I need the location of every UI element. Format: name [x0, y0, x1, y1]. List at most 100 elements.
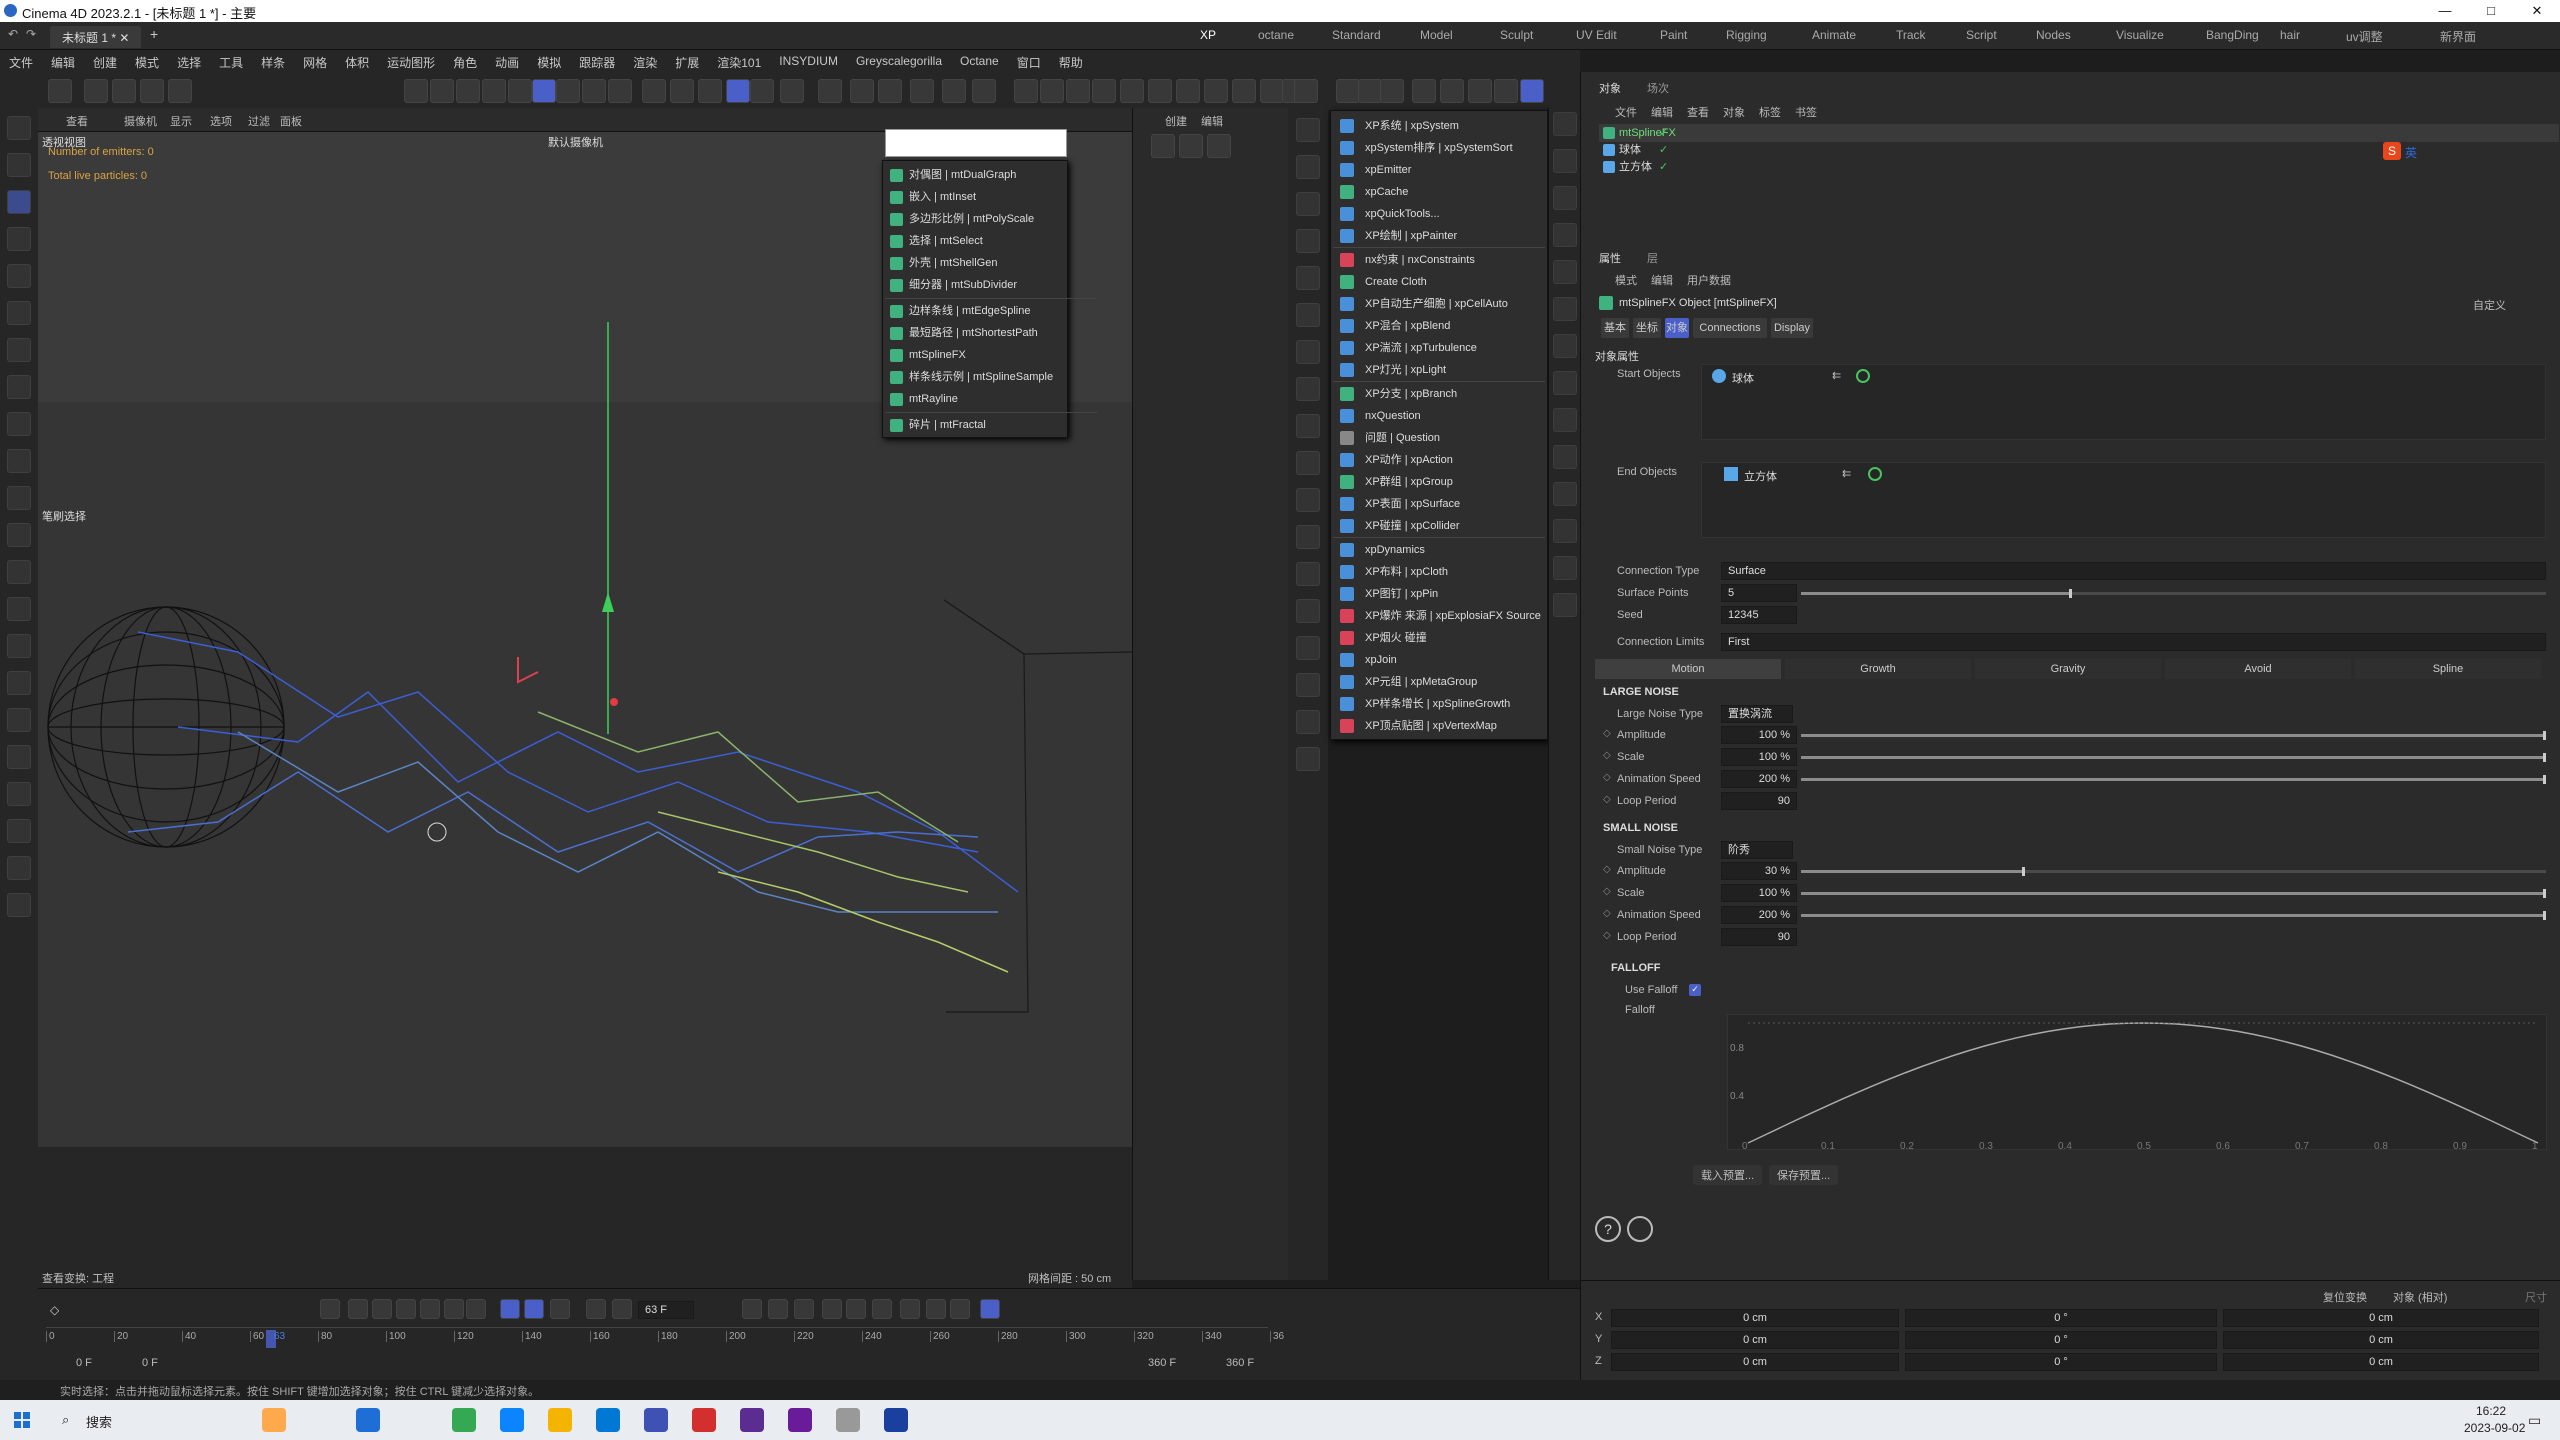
mode-tab-motion[interactable]: Motion [1595, 659, 1781, 679]
xp-menu-item[interactable]: xpEmitter [1333, 159, 1545, 181]
toolbar-button[interactable] [1120, 79, 1144, 103]
noise-param-field[interactable]: 100 % [1721, 884, 1797, 902]
toolbar-button[interactable] [818, 79, 842, 103]
xp-menu-item[interactable]: XP样条增长 | xpSplineGrowth [1333, 693, 1545, 715]
spline-tool-button[interactable] [1207, 134, 1231, 158]
widget-icon[interactable] [262, 1408, 286, 1432]
keyframe-diamond-icon[interactable]: ◇ [1603, 794, 1611, 805]
layout-tab-15[interactable]: uv调整 [2346, 28, 2383, 45]
position-field[interactable]: 0 cm [1611, 1331, 1899, 1349]
xp-tool-button[interactable] [1296, 673, 1320, 697]
search-icon[interactable]: ⌕ [62, 1412, 69, 1428]
edge-icon[interactable] [500, 1408, 524, 1432]
spline-tool-button[interactable] [1151, 134, 1175, 158]
ime-language[interactable]: 英 [2405, 144, 2417, 161]
xp-menu-item[interactable]: nx约束 | nxConstraints [1333, 249, 1545, 271]
tool-button[interactable] [7, 449, 31, 473]
tab-layers[interactable]: 层 [1647, 250, 1658, 266]
toolbar-button[interactable] [556, 79, 580, 103]
tool-button[interactable] [7, 523, 31, 547]
mode-tab-growth[interactable]: Growth [1785, 659, 1971, 679]
menu-item[interactable]: 文件 [0, 50, 42, 72]
toolbar-button[interactable] [112, 79, 136, 103]
keyframe-icon[interactable]: ◇ [50, 1303, 59, 1317]
object-tool-button[interactable] [1553, 593, 1577, 617]
load-preset-button[interactable]: 载入预置... [1693, 1165, 1763, 1185]
noise-param-slider[interactable] [1801, 753, 2546, 762]
xp-tool-button[interactable] [1296, 488, 1320, 512]
xp-tool-button[interactable] [1296, 747, 1320, 771]
xp-menu-item[interactable]: xpJoin [1333, 649, 1545, 671]
key-rot-button[interactable] [768, 1299, 788, 1319]
keyframe-diamond-icon[interactable]: ◇ [1603, 930, 1611, 941]
object-tool-button[interactable] [1553, 112, 1577, 136]
mid-menu-item[interactable]: 编辑 [1201, 113, 1223, 129]
tool-button[interactable] [7, 671, 31, 695]
object-tool-button[interactable] [1553, 334, 1577, 358]
refresh-icon[interactable] [1627, 1216, 1653, 1242]
seed-field[interactable]: 12345 [1721, 606, 1797, 624]
preview-start-frame[interactable]: 0 F [142, 1357, 158, 1369]
layout-tab-13[interactable]: BangDing [2206, 28, 2259, 42]
xp-tool-button[interactable] [1296, 340, 1320, 364]
toolbar-button[interactable] [608, 79, 632, 103]
tool-button[interactable] [7, 190, 31, 214]
menu-item[interactable]: 渲染101 [708, 50, 770, 72]
visible-check-icon[interactable]: ✓ [1659, 124, 1668, 142]
object-subtab[interactable]: 坐标 [1633, 318, 1661, 338]
close-button[interactable]: ✕ [2514, 0, 2560, 22]
keyframe-diamond-icon[interactable]: ◇ [1603, 908, 1611, 919]
xp-menu-item[interactable]: XP群组 | xpGroup [1333, 471, 1545, 493]
xp-tool-button[interactable] [1296, 562, 1320, 586]
reset-transform-button[interactable]: 复位变换 [2323, 1289, 2367, 1305]
toolbar-button[interactable] [1014, 79, 1038, 103]
object-tool-button[interactable] [1553, 297, 1577, 321]
slider-knob[interactable] [2543, 753, 2546, 762]
tool-button[interactable] [7, 819, 31, 843]
menu-item[interactable]: 网格 [294, 50, 336, 72]
mid-menu-item[interactable]: 创建 [1165, 113, 1187, 129]
tool-button[interactable] [7, 301, 31, 325]
xp-tool-button[interactable] [1296, 377, 1320, 401]
mograph-menu-item[interactable]: mtSplineFX [887, 345, 1065, 366]
help-icon[interactable]: ? [1595, 1216, 1621, 1242]
noise-param-field[interactable]: 200 % [1721, 770, 1797, 788]
tool-button[interactable] [7, 745, 31, 769]
clock-time[interactable]: 16:22 [2476, 1404, 2506, 1418]
enabled-check-icon[interactable] [1868, 467, 1882, 481]
key-pos-button[interactable] [742, 1299, 762, 1319]
rotation-field[interactable]: 0 ° [1905, 1331, 2217, 1349]
notification-icon[interactable]: ▭ [2528, 1412, 2541, 1429]
object-menu-item[interactable]: 标签 [1759, 104, 1781, 120]
tool-button[interactable] [7, 227, 31, 251]
toolbar-button[interactable] [1468, 79, 1492, 103]
slider-knob[interactable] [2021, 867, 2025, 876]
windows-start-icon[interactable] [14, 1412, 30, 1428]
slider-knob[interactable] [2543, 731, 2546, 740]
tool-button[interactable] [7, 856, 31, 880]
layout-tab-14[interactable]: hair [2280, 28, 2300, 42]
auto-key-button[interactable] [612, 1299, 632, 1319]
maximize-button[interactable]: □ [2468, 0, 2514, 22]
end-objects-list[interactable]: 立方体 ⇇ [1701, 462, 2546, 538]
object-menu-item[interactable]: 书签 [1795, 104, 1817, 120]
first-frame-button[interactable] [320, 1299, 340, 1319]
layout-tab-0[interactable]: XP [1200, 28, 1216, 42]
object-row[interactable]: mtSplineFX ✓ [1599, 124, 2559, 142]
key-scale-button[interactable] [794, 1299, 814, 1319]
preset-selector[interactable]: 自定义 [2473, 297, 2506, 313]
object-tool-button[interactable] [1553, 519, 1577, 543]
menu-item[interactable]: INSYDIUM [770, 50, 847, 72]
start-object-name[interactable]: 球体 [1732, 370, 1754, 386]
tool-button[interactable] [7, 560, 31, 584]
rotation-field[interactable]: 0 ° [1905, 1309, 2217, 1327]
xp-menu-item[interactable]: XP动作 | xpAction [1333, 449, 1545, 471]
noise-param-slider[interactable] [1801, 911, 2546, 920]
menu-item[interactable]: 模式 [126, 50, 168, 72]
object-tool-button[interactable] [1553, 482, 1577, 506]
keyframe-diamond-icon[interactable]: ◇ [1603, 886, 1611, 897]
layout-tab-9[interactable]: Track [1896, 28, 1926, 42]
xp-menu-item[interactable]: XP系统 | xpSystem [1333, 115, 1545, 137]
sound-button[interactable] [550, 1299, 570, 1319]
xp-menu-item[interactable]: XP元组 | xpMetaGroup [1333, 671, 1545, 693]
